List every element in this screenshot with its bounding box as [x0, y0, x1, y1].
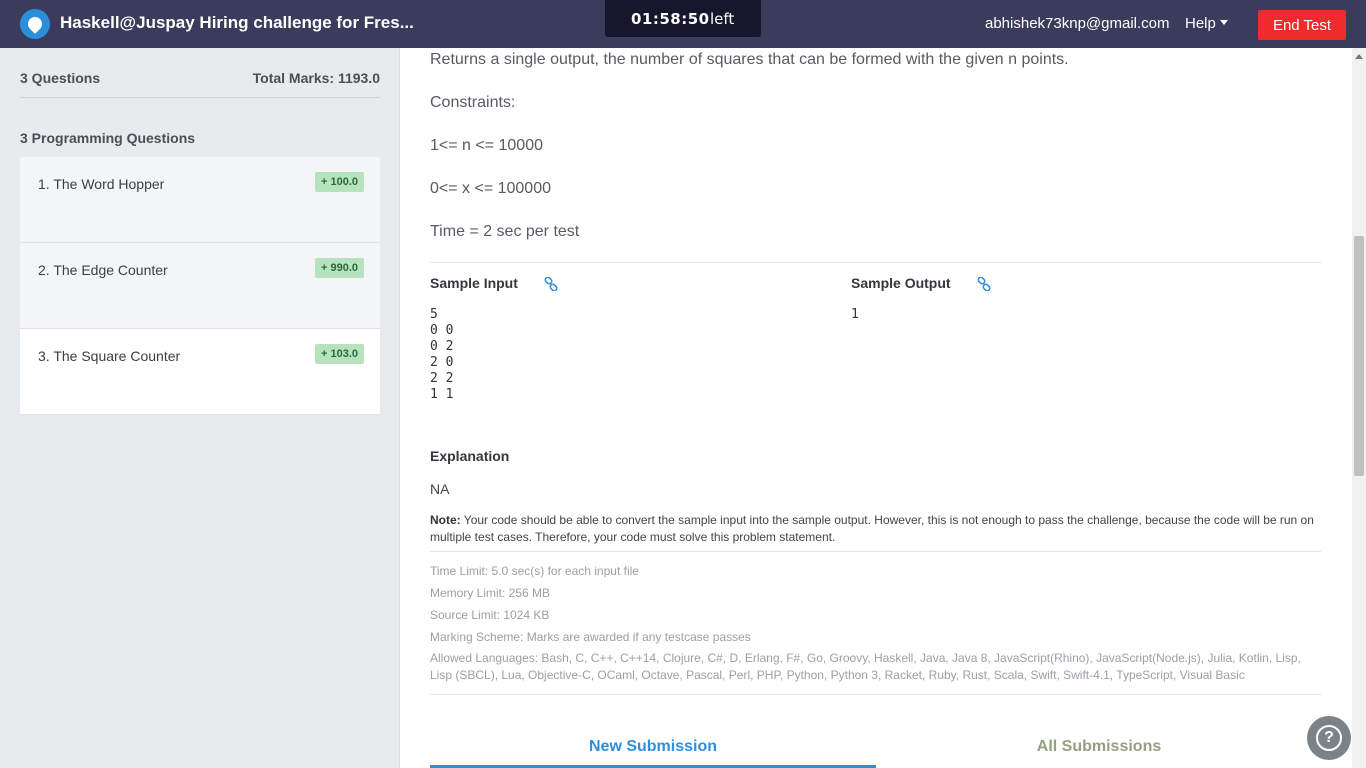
- link-icon[interactable]: [977, 277, 991, 291]
- submission-tabs: New Submission All Submissions: [430, 728, 1321, 768]
- divider: [430, 551, 1321, 552]
- marking-scheme: Marking Scheme: Marks are awarded if any…: [430, 630, 751, 644]
- section-title: 3 Programming Questions: [20, 130, 196, 146]
- source-limit: Source Limit: 1024 KB: [430, 608, 550, 622]
- question-item[interactable]: 1. The Word Hopper + 100.0: [20, 157, 380, 243]
- sample-input-label: Sample Input: [430, 275, 518, 291]
- top-bar: Haskell@Juspay Hiring challenge for Fres…: [0, 0, 1366, 48]
- question-sidebar: 3 Questions Total Marks: 1193.0 3 Progra…: [0, 48, 400, 768]
- question-icon: ?: [1316, 725, 1342, 751]
- sample-input-block: 5 0 0 0 2 2 0 2 2 1 1: [430, 307, 454, 402]
- chevron-down-icon: [1219, 20, 1228, 25]
- scrollbar-thumb[interactable]: [1354, 236, 1364, 476]
- end-test-button[interactable]: End Test: [1258, 10, 1346, 40]
- question-list: 1. The Word Hopper + 100.0 2. The Edge C…: [20, 157, 380, 415]
- question-count: 3 Questions: [20, 70, 101, 86]
- sample-output-label: Sample Output: [851, 275, 951, 291]
- constraint-x: 0<= x <= 100000: [430, 180, 551, 197]
- time-limit: Time Limit: 5.0 sec(s) for each input fi…: [430, 564, 639, 578]
- sidebar-summary: 3 Questions Total Marks: 1193.0: [20, 48, 380, 98]
- tab-all-submissions[interactable]: All Submissions: [876, 728, 1322, 768]
- question-item-active[interactable]: 3. The Square Counter + 103.0: [20, 329, 380, 415]
- marks-badge: + 100.0: [314, 172, 364, 192]
- constraints-label: Constraints:: [430, 94, 516, 111]
- question-title: 1. The Word Hopper: [38, 176, 165, 192]
- question-title: 3. The Square Counter: [38, 348, 181, 364]
- output-description: Returns a single output, the number of s…: [430, 51, 1069, 68]
- timer-value: 01:58:50: [631, 10, 710, 28]
- timer-suffix: left: [710, 10, 735, 28]
- help-label: Help: [1185, 15, 1216, 32]
- link-icon[interactable]: [544, 277, 558, 291]
- scroll-up-icon[interactable]: [1355, 54, 1363, 59]
- user-email[interactable]: abhishek73knp@gmail.com: [985, 15, 1170, 32]
- tab-new-submission[interactable]: New Submission: [430, 728, 876, 768]
- explanation-text: NA: [430, 481, 450, 497]
- explanation-label: Explanation: [430, 448, 510, 464]
- note: Note: Your code should be able to conver…: [430, 512, 1321, 546]
- help-menu[interactable]: Help: [1185, 15, 1228, 32]
- sample-output-block: 1: [851, 307, 859, 322]
- problem-panel: Returns a single output, the number of s…: [400, 48, 1352, 768]
- question-title: 2. The Edge Counter: [38, 262, 168, 278]
- divider: [430, 694, 1321, 695]
- memory-limit: Memory Limit: 256 MB: [430, 586, 551, 600]
- note-text: Your code should be able to convert the …: [430, 513, 1314, 544]
- time-constraint: Time = 2 sec per test: [430, 223, 580, 240]
- allowed-languages: Allowed Languages: Bash, C, C++, C++14, …: [430, 651, 1301, 682]
- countdown-timer: 01:58:50 left: [605, 0, 761, 37]
- total-marks: Total Marks: 1193.0: [252, 70, 380, 86]
- note-label: Note:: [430, 513, 461, 527]
- help-fab-button[interactable]: ?: [1307, 716, 1351, 760]
- challenge-title: Haskell@Juspay Hiring challenge for Fres…: [60, 13, 414, 32]
- logo-icon[interactable]: [20, 9, 50, 39]
- question-item[interactable]: 2. The Edge Counter + 990.0: [20, 243, 380, 329]
- divider: [430, 262, 1321, 263]
- constraint-n: 1<= n <= 10000: [430, 137, 543, 154]
- marks-badge: + 990.0: [314, 258, 364, 278]
- scrollbar[interactable]: [1352, 48, 1366, 768]
- marks-badge: + 103.0: [314, 344, 364, 364]
